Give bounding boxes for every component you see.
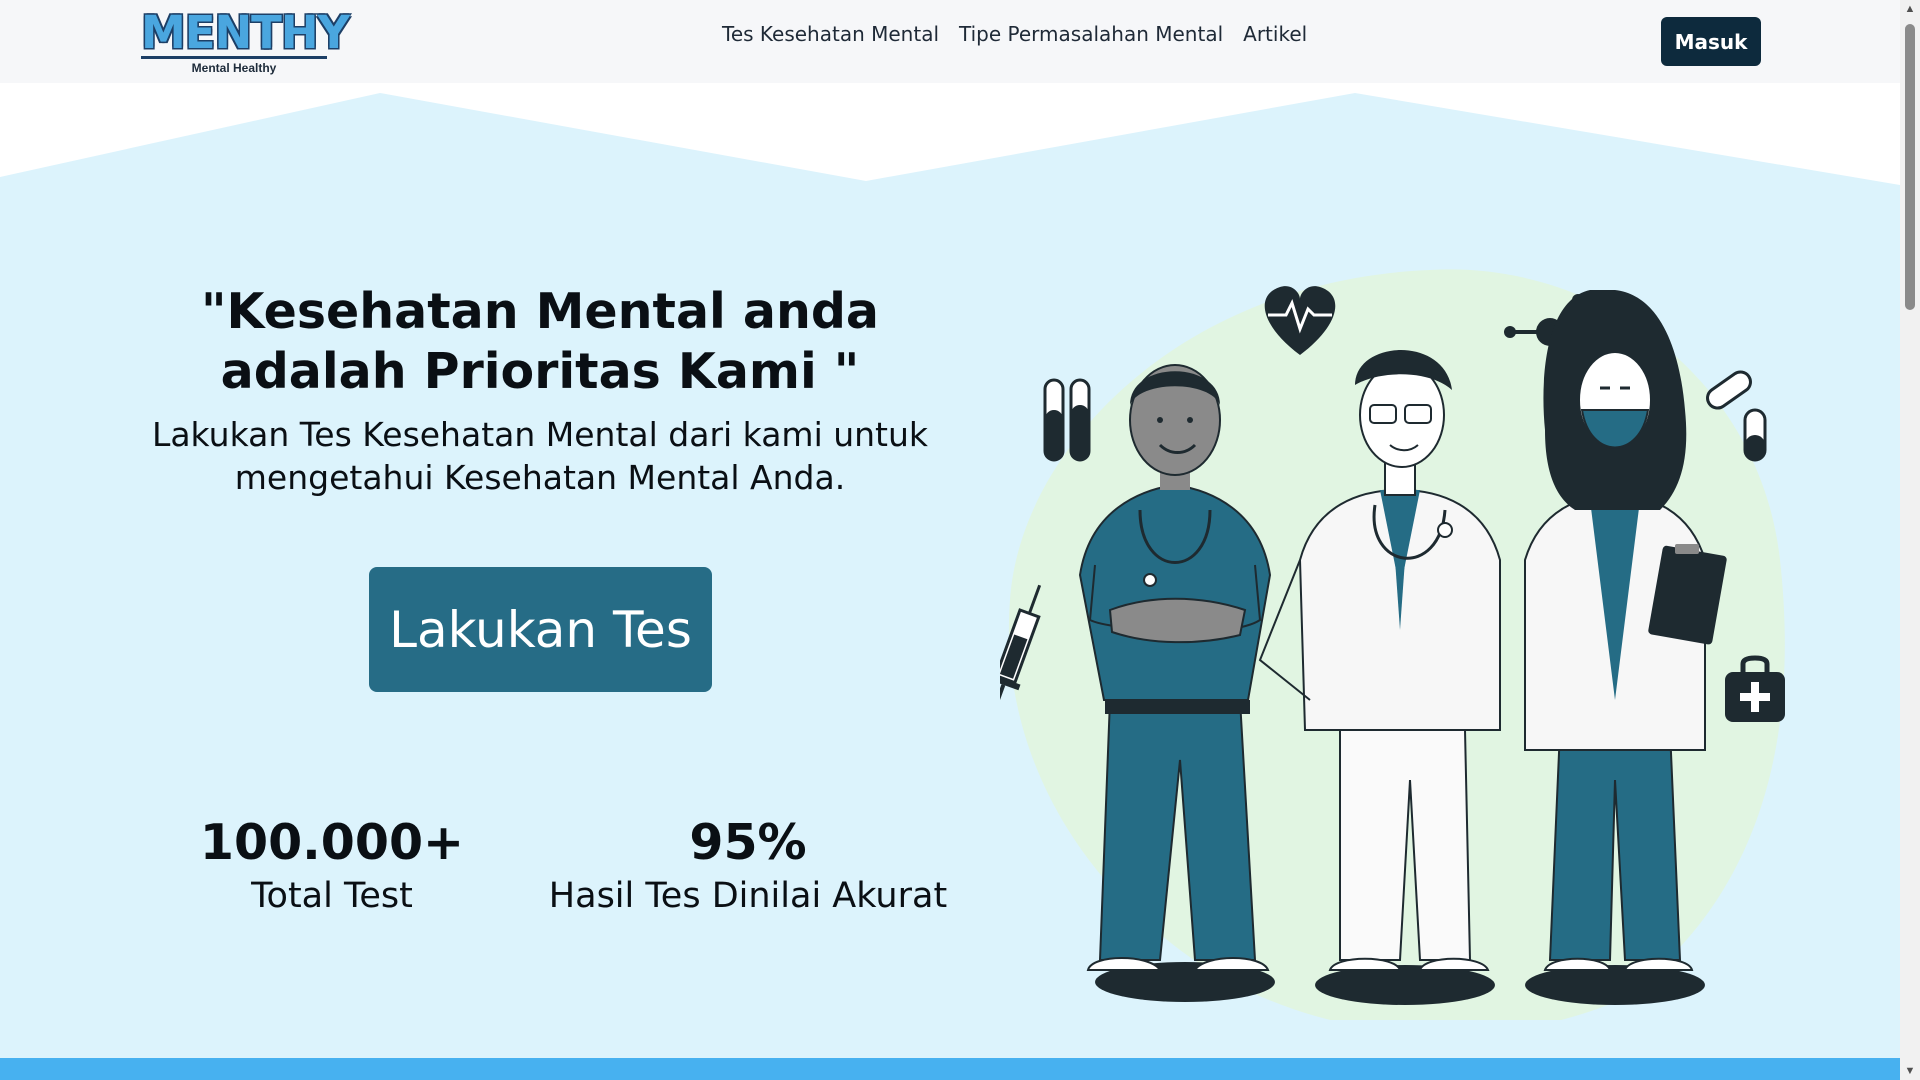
logo-underline <box>141 56 327 59</box>
stat-value: 95% <box>689 814 807 871</box>
scroll-up-arrow-icon[interactable]: ▲ <box>1900 0 1920 18</box>
test-tubes-icon <box>1043 378 1091 462</box>
stat-label: Hasil Tes Dinilai Akurat <box>548 876 948 916</box>
stat-label: Total Test <box>251 876 413 916</box>
take-test-button[interactable]: Lakukan Tes <box>369 567 712 692</box>
scroll-thumb[interactable] <box>1905 24 1915 310</box>
login-button[interactable]: Masuk <box>1661 17 1761 66</box>
scroll-down-arrow-icon[interactable]: ▼ <box>1900 1062 1920 1080</box>
doctors-illustration <box>1000 269 1785 1020</box>
logo-tagline: Mental Healthy <box>191 61 277 75</box>
stat-accuracy: 95% Hasil Tes Dinilai Akurat <box>548 813 948 919</box>
vertical-scrollbar[interactable]: ▲ ▼ <box>1900 0 1920 1080</box>
brand-logo[interactable]: MENTHY Mental Healthy <box>141 8 350 75</box>
nav-link-tipe-permasalahan-mental[interactable]: Tipe Permasalahan Mental <box>959 22 1223 46</box>
hero-title: "Kesehatan Mental anda adalah Prioritas … <box>201 283 879 400</box>
main-nav: Tes Kesehatan Mental Tipe Permasalahan M… <box>722 22 1307 46</box>
stat-value: 100.000+ <box>199 814 465 871</box>
stat-total-test: 100.000+ Total Test <box>182 813 482 919</box>
nav-link-tes-kesehatan-mental[interactable]: Tes Kesehatan Mental <box>722 22 939 46</box>
bottom-section-bar <box>0 1058 1900 1080</box>
logo-text: MENTHY <box>141 6 350 59</box>
hero-subtitle: Lakukan Tes Kesehatan Mental dari kami u… <box>151 415 929 497</box>
navbar: MENTHY Mental Healthy Tes Kesehatan Ment… <box>0 0 1900 83</box>
nav-link-artikel[interactable]: Artikel <box>1243 22 1307 46</box>
